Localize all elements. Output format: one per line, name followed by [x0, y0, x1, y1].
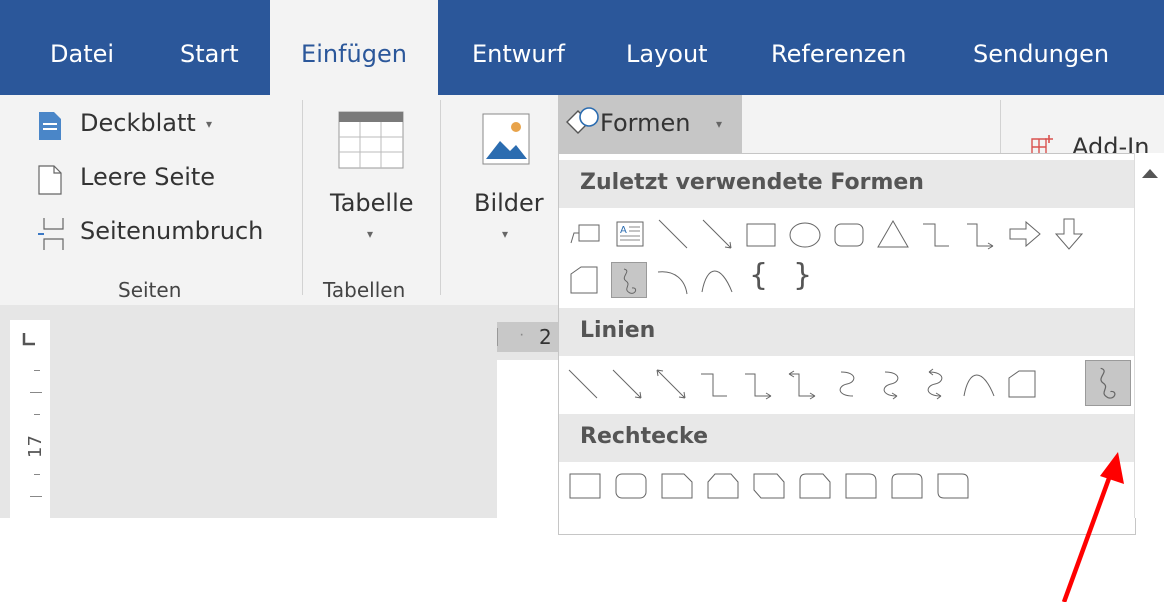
shape-line[interactable] — [565, 366, 601, 402]
tabelle-button[interactable]: Tabelle ▾ — [318, 105, 424, 255]
shape-rectangle[interactable] — [743, 216, 779, 252]
shape-oval[interactable] — [787, 216, 823, 252]
horizontal-ruler: · 2 — [497, 322, 559, 352]
chevron-down-icon: ▾ — [206, 117, 213, 131]
ribbon-tab-bar: Datei Start Einfügen Entwurf Layout Refe… — [0, 0, 1164, 95]
formen-label: Formen — [600, 109, 691, 137]
tab-entwurf[interactable]: Entwurf — [472, 0, 565, 95]
group-divider — [440, 100, 441, 295]
bilder-button[interactable]: Bilder ▾ — [470, 105, 550, 255]
shape-freeform[interactable] — [567, 262, 603, 298]
shape-down-arrow[interactable] — [1051, 216, 1087, 252]
shape-curved-double-arrow-connector[interactable] — [917, 366, 953, 402]
tab-datei[interactable]: Datei — [50, 0, 114, 95]
deckblatt-label: Deckblatt — [80, 109, 196, 137]
section-header-lines: Linien — [559, 308, 1135, 356]
bilder-label: Bilder — [474, 189, 544, 217]
shape-arrow-line[interactable] — [699, 216, 735, 252]
shape-curve[interactable] — [961, 366, 997, 402]
shape-scribble-selected[interactable] — [1085, 360, 1131, 406]
tabelle-label: Tabelle — [330, 189, 414, 217]
shape-line[interactable] — [655, 216, 691, 252]
shape-rectangle[interactable] — [567, 468, 603, 504]
shape-elbow-double-arrow-connector[interactable] — [785, 366, 821, 402]
shape-elbow-connector[interactable] — [919, 216, 955, 252]
shape-triangle[interactable] — [875, 216, 911, 252]
tab-sendungen[interactable]: Sendungen — [973, 0, 1109, 95]
chevron-down-icon: ▾ — [367, 227, 374, 241]
tab-start[interactable]: Start — [180, 0, 239, 95]
shape-snip-same-side-rectangle[interactable] — [705, 468, 741, 504]
shape-round-same-side-rectangle[interactable] — [889, 468, 925, 504]
leere-seite-label: Leere Seite — [80, 163, 216, 191]
table-icon — [338, 111, 404, 169]
tab-layout[interactable]: Layout — [626, 0, 708, 95]
tab-selector[interactable] — [10, 320, 50, 356]
annotation-arrow — [1061, 452, 1124, 602]
shape-rounded-rectangle[interactable] — [613, 468, 649, 504]
shape-snip-round-rectangle[interactable] — [797, 468, 833, 504]
shape-elbow-arrow-connector[interactable] — [963, 216, 999, 252]
shape-rounded-rectangle[interactable] — [831, 216, 867, 252]
chevron-down-icon: ▾ — [502, 227, 509, 241]
vertical-ruler-label: 17 — [24, 435, 46, 458]
shape-right-brace[interactable]: } — [793, 258, 812, 293]
seitenumbruch-label: Seitenumbruch — [80, 217, 264, 245]
horizontal-ruler-label: 2 — [539, 325, 552, 349]
group-divider — [302, 100, 303, 295]
section-title-lines: Linien — [580, 318, 656, 343]
shape-elbow-connector[interactable] — [697, 366, 733, 402]
deckblatt-button[interactable]: Deckblatt ▾ — [38, 109, 278, 143]
section-title-recent: Zuletzt verwendete Formen — [580, 170, 924, 195]
section-header-recent: Zuletzt verwendete Formen — [559, 160, 1135, 208]
shape-left-brace[interactable]: { — [749, 258, 768, 293]
shape-arc[interactable] — [655, 262, 691, 298]
vertical-ruler: 17 — [10, 356, 50, 518]
leere-seite-button[interactable]: Leere Seite — [38, 163, 278, 197]
shape-snip-single-corner-rectangle[interactable] — [659, 468, 695, 504]
shape-curved-connector[interactable] — [829, 366, 865, 402]
shape-curve[interactable] — [699, 262, 735, 298]
shape-double-arrow-line[interactable] — [653, 366, 689, 402]
left-tab-icon — [22, 333, 35, 346]
seitenumbruch-button[interactable]: Seitenumbruch — [38, 217, 278, 251]
shape-scribble-selected[interactable] — [611, 262, 647, 298]
cover-page-icon — [39, 112, 61, 140]
shape-curved-arrow-connector[interactable] — [873, 366, 909, 402]
shape-arrow-line[interactable] — [609, 366, 645, 402]
page-break-icon — [38, 218, 64, 250]
shape-round-single-corner-rectangle[interactable] — [843, 468, 879, 504]
shape-freeform[interactable] — [1005, 366, 1041, 402]
shapes-icon — [566, 107, 599, 134]
formen-button[interactable]: Formen ▾ — [558, 95, 742, 153]
svg-text:A: A — [620, 225, 627, 236]
shape-right-arrow[interactable] — [1007, 216, 1043, 252]
seiten-group-label: Seiten — [118, 278, 182, 302]
tabellen-group-label: Tabellen — [323, 278, 406, 302]
shape-text-box[interactable]: A — [611, 216, 647, 252]
shape-elbow-arrow-connector[interactable] — [741, 366, 777, 402]
shape-callout-line[interactable] — [567, 216, 603, 252]
document-page[interactable] — [497, 360, 559, 518]
picture-icon — [482, 113, 530, 165]
blank-page-icon — [38, 165, 62, 195]
scroll-up-icon[interactable] — [1141, 167, 1159, 179]
chevron-down-icon: ▾ — [716, 117, 723, 131]
section-title-rectangles: Rechtecke — [580, 424, 709, 449]
shape-snip-diagonal-rectangle[interactable] — [751, 468, 787, 504]
shape-round-diagonal-rectangle[interactable] — [935, 468, 971, 504]
tab-referenzen[interactable]: Referenzen — [771, 0, 906, 95]
tab-einfuegen[interactable]: Einfügen — [270, 0, 438, 95]
